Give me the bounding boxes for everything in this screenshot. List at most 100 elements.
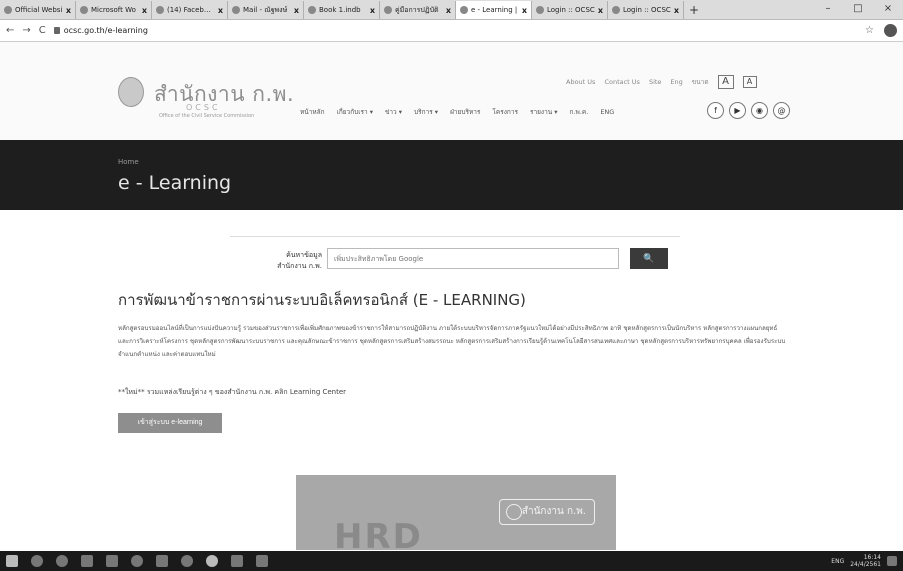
ocsc-emblem-icon[interactable] [118, 77, 144, 107]
browser-tab[interactable]: Mail - ณัฐพงษ์ x [228, 1, 304, 19]
windows-start-icon[interactable] [6, 555, 18, 567]
new-tab-button[interactable]: + [684, 1, 704, 19]
eng-link[interactable]: Eng [670, 78, 682, 86]
browser-tab[interactable]: คู่มือการปฏิบัติ x [380, 1, 456, 19]
tab-favicon-icon [384, 6, 392, 14]
youtube-icon[interactable]: ▶ [729, 102, 746, 119]
window-controls: – □ × [813, 0, 903, 19]
clock[interactable]: 16:14 24/4/2561 [850, 554, 881, 568]
chrome-icon[interactable] [56, 555, 68, 567]
emblem-icon [506, 504, 522, 520]
search-input[interactable] [327, 248, 619, 269]
about-us-link[interactable]: About Us [566, 78, 595, 86]
main-nav: หน้าหลัก เกี่ยวกับเรา ▾ ข่าว ▾ บริการ ▾ … [300, 107, 614, 117]
tab-favicon-icon [80, 6, 88, 14]
windows-taskbar: ENG 16:14 24/4/2561 [0, 551, 903, 571]
maximize-button[interactable]: □ [843, 0, 873, 19]
file-explorer-icon[interactable] [81, 555, 93, 567]
tab-close-icon[interactable]: x [66, 6, 71, 15]
edge-icon[interactable] [131, 555, 143, 567]
tab-label: คู่มือการปฏิบัติ [395, 5, 439, 14]
banner-badge-text: สำนักงาน ก.พ. [521, 506, 586, 517]
lock-icon [53, 27, 60, 34]
nav-projects[interactable]: โครงการ [492, 107, 518, 117]
media-player-icon[interactable] [181, 555, 193, 567]
nav-reports[interactable]: รายงาน ▾ [530, 107, 558, 117]
nav-home[interactable]: หน้าหลัก [300, 107, 325, 117]
forward-button[interactable]: → [22, 25, 30, 36]
nav-about[interactable]: เกี่ยวกับเรา ▾ [337, 107, 373, 117]
search-label-line2: สำนักงาน ก.พ. [277, 262, 322, 270]
banner-badge: สำนักงาน ก.พ. [499, 499, 595, 525]
tab-list: Official Websi x Microsoft Wo x (14) Faceboo… [0, 1, 684, 19]
reload-button[interactable]: C [39, 25, 46, 36]
browser-tab[interactable]: Book 1.indb x [304, 1, 380, 19]
site-header: สำนักงาน ก.พ. OCSC Office of the Civil S… [0, 42, 903, 140]
tab-favicon-icon [536, 6, 544, 14]
minimize-button[interactable]: – [813, 0, 843, 19]
tab-label: Login :: OCSC [623, 6, 671, 14]
social-links: f ▶ ◉ @ [707, 102, 790, 119]
tab-close-icon[interactable]: x [370, 6, 375, 15]
search-label-line1: ค้นหาข้อมูล [286, 251, 322, 259]
tab-label: Login :: OCSC [547, 6, 595, 14]
nav-services[interactable]: บริการ ▾ [414, 107, 438, 117]
enter-elearning-button[interactable]: เข้าสู่ระบบ e-learning [118, 413, 222, 433]
profile-avatar-icon[interactable] [884, 24, 897, 37]
logo-subtitle: Office of the Civil Service Commission [159, 113, 255, 119]
breadcrumb[interactable]: Home [118, 158, 139, 166]
font-decrease-button[interactable]: A [742, 76, 757, 88]
tab-close-icon[interactable]: x [142, 6, 147, 15]
browser-tab[interactable]: e - Learning | x [456, 1, 532, 19]
notifications-icon[interactable] [887, 556, 897, 566]
browser-tab[interactable]: Microsoft Wo x [76, 1, 152, 19]
back-button[interactable]: ← [6, 25, 14, 36]
font-increase-button[interactable]: A [717, 75, 734, 89]
language-indicator[interactable]: ENG [831, 558, 844, 565]
tab-close-icon[interactable]: x [674, 6, 679, 15]
learning-center-notice[interactable]: **ใหม่** รวมแหล่งเรียนรู้ต่าง ๆ ของสำนัก… [118, 387, 346, 398]
site-link[interactable]: Site [649, 78, 661, 86]
email-icon[interactable]: @ [773, 102, 790, 119]
mail-icon[interactable] [156, 555, 168, 567]
nav-news[interactable]: ข่าว ▾ [385, 107, 402, 117]
browser-tab[interactable]: Login :: OCSC x [608, 1, 684, 19]
hero-banner: Home e - Learning [0, 140, 903, 210]
page-title: e - Learning [118, 172, 232, 194]
contact-us-link[interactable]: Contact Us [604, 78, 640, 86]
tab-label: Official Websi [15, 6, 63, 14]
search-button[interactable]: 🔍 [630, 248, 668, 269]
photos-icon[interactable] [256, 555, 268, 567]
content-description: หลักสูตรอบรมออนไลน์ที่เป็นการแบ่งปันความ… [118, 325, 786, 358]
tab-close-icon[interactable]: x [598, 6, 603, 15]
nav-merit-commission[interactable]: ก.พ.ค. [570, 107, 589, 117]
url-field[interactable]: ocsc.go.th/e-learning [53, 26, 857, 35]
tab-favicon-icon [4, 6, 12, 14]
browser-tab[interactable]: Login :: OCSC x [532, 1, 608, 19]
tab-favicon-icon [612, 6, 620, 14]
close-window-button[interactable]: × [873, 0, 903, 19]
search-icon[interactable] [31, 555, 43, 567]
tab-close-icon[interactable]: x [522, 6, 527, 15]
tab-label: e - Learning | [471, 6, 518, 14]
browser-icon[interactable] [206, 555, 218, 567]
tab-label: (14) Facebook [167, 6, 215, 14]
browser-tab[interactable]: Official Websi x [0, 1, 76, 19]
facebook-icon[interactable]: f [707, 102, 724, 119]
word-icon[interactable] [231, 555, 243, 567]
tab-close-icon[interactable]: x [294, 6, 299, 15]
tab-favicon-icon [156, 6, 164, 14]
store-icon[interactable] [106, 555, 118, 567]
browser-tab[interactable]: (14) Facebook x [152, 1, 228, 19]
bookmark-star-icon[interactable]: ☆ [865, 25, 874, 36]
hrd-banner-image[interactable]: HRD สำนักงาน ก.พ. [296, 475, 616, 550]
tab-close-icon[interactable]: x [218, 6, 223, 15]
rss-icon[interactable]: ◉ [751, 102, 768, 119]
tab-label: Mail - ณัฐพงษ์ [243, 5, 288, 14]
top-links: About Us Contact Us Site Eng ขนาด A A [566, 75, 757, 89]
logo-title[interactable]: สำนักงาน ก.พ. [154, 78, 294, 111]
tab-close-icon[interactable]: x [446, 6, 451, 15]
logo-abbrev: OCSC [186, 103, 221, 112]
nav-executives[interactable]: ฝ่ายบริหาร [450, 107, 480, 117]
nav-eng[interactable]: ENG [600, 108, 614, 116]
